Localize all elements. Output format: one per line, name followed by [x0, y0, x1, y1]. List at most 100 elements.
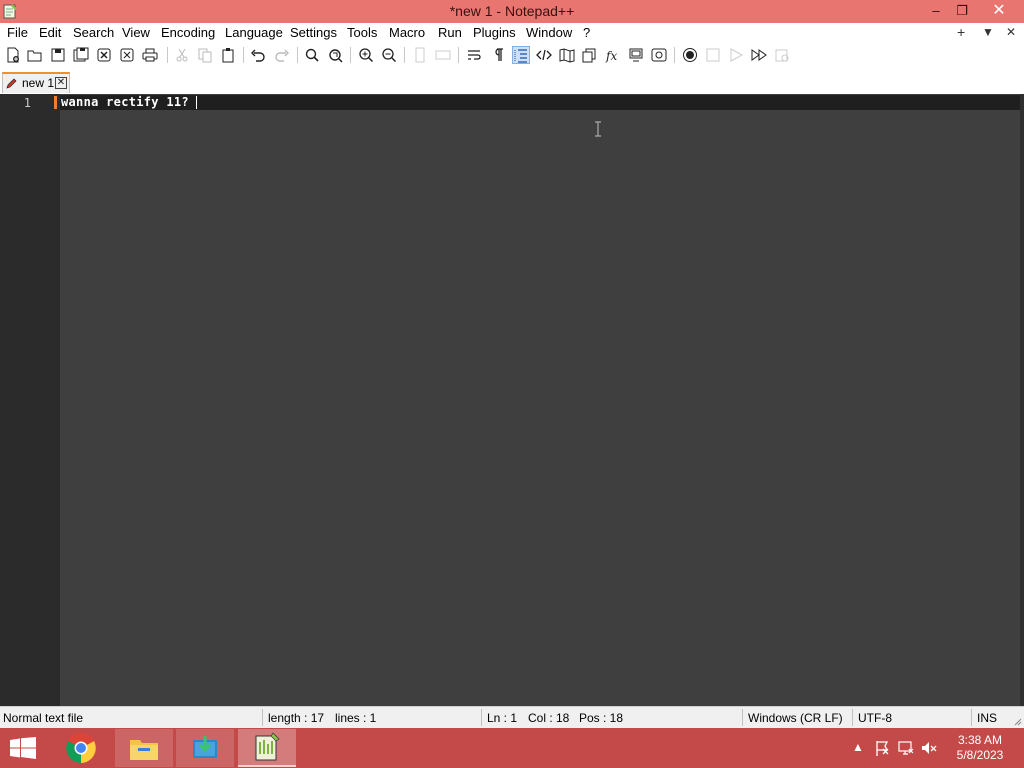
toolbar-separator: [674, 47, 675, 63]
save-macro-icon[interactable]: [773, 46, 791, 64]
close-window-button[interactable]: ✕: [984, 0, 1014, 23]
volume-muted-icon[interactable]: [921, 740, 937, 756]
status-separator: [262, 709, 263, 726]
notepad-plus-plus-icon: [255, 732, 280, 761]
tab-close-icon[interactable]: ✕: [55, 77, 67, 89]
current-line-highlight: [60, 95, 1020, 110]
windows-start-icon[interactable]: [10, 737, 36, 759]
monitoring-icon[interactable]: [627, 46, 645, 64]
resize-grip-icon[interactable]: [1012, 716, 1022, 726]
menu-run[interactable]: Run: [438, 25, 462, 40]
line-number-gutter: 1: [0, 94, 60, 706]
menu-encoding[interactable]: Encoding: [161, 25, 215, 40]
tab-bar: new 1 ✕: [0, 67, 1024, 94]
editor-right-edge: [1020, 94, 1024, 706]
sync-horizontal-icon[interactable]: [434, 46, 452, 64]
folder-as-workspace-icon[interactable]: [650, 46, 668, 64]
save-icon[interactable]: [49, 46, 67, 64]
zoom-out-icon[interactable]: [380, 46, 398, 64]
indent-guide-icon[interactable]: [512, 46, 530, 64]
status-eol-format[interactable]: Windows (CR LF): [748, 711, 843, 725]
title-bar: *new 1 - Notepad++ – ❐ ✕: [0, 0, 1024, 23]
status-file-type: Normal text file: [3, 711, 84, 725]
menu-help[interactable]: ?: [583, 25, 590, 40]
taskbar-app-installer[interactable]: [176, 729, 234, 767]
close-icon[interactable]: [95, 46, 113, 64]
word-wrap-icon[interactable]: [465, 46, 483, 64]
taskbar-file-explorer[interactable]: [115, 729, 173, 767]
toolbar-separator: [167, 47, 168, 63]
stop-recording-icon[interactable]: [704, 46, 722, 64]
status-encoding[interactable]: UTF-8: [858, 711, 892, 725]
svg-text:fx: fx: [605, 49, 617, 63]
toolbar-separator: [243, 47, 244, 63]
document-map-icon[interactable]: [558, 46, 576, 64]
menu-window[interactable]: Window: [526, 25, 572, 40]
status-separator: [971, 709, 972, 726]
menu-language[interactable]: Language: [225, 25, 283, 40]
status-insert-mode[interactable]: INS: [977, 711, 997, 725]
action-center-flag-icon[interactable]: [874, 740, 890, 756]
clock-time: 3:38 AM: [957, 733, 1003, 747]
editor-area[interactable]: 1 wanna rectify 11?: [0, 94, 1024, 706]
menu-tools[interactable]: Tools: [347, 25, 377, 40]
show-all-characters-icon[interactable]: [489, 46, 507, 64]
show-hidden-icons-arrow[interactable]: ▲: [850, 740, 866, 756]
menu-view[interactable]: View: [122, 25, 150, 40]
play-macro-icon[interactable]: [727, 46, 745, 64]
menu-settings[interactable]: Settings: [290, 25, 337, 40]
toolbar-separator: [458, 47, 459, 63]
app-installer-icon: [193, 736, 217, 758]
menu-macro[interactable]: Macro: [389, 25, 425, 40]
close-document-button[interactable]: ✕: [1006, 25, 1016, 39]
undo-icon[interactable]: [249, 46, 267, 64]
text-caret: [196, 96, 197, 109]
zoom-in-icon[interactable]: [357, 46, 375, 64]
status-line-number: Ln : 1: [487, 711, 518, 725]
toolbar-separator: [350, 47, 351, 63]
taskbar-notepad-plus-plus[interactable]: [238, 729, 296, 767]
redo-icon[interactable]: [273, 46, 291, 64]
find-icon[interactable]: [303, 46, 321, 64]
tab-new-1[interactable]: new 1 ✕: [2, 72, 70, 93]
save-all-icon[interactable]: [72, 46, 90, 64]
function-list-icon[interactable]: fx: [604, 46, 622, 64]
system-clock[interactable]: 3:38 AM 5/8/2023: [950, 733, 1010, 763]
status-separator: [852, 709, 853, 726]
cut-icon[interactable]: [173, 46, 191, 64]
tab-list-dropdown-button[interactable]: ▼: [982, 25, 994, 39]
editor-text-line[interactable]: wanna rectify 11?: [61, 95, 189, 109]
tab-label: new 1: [22, 76, 55, 90]
taskbar-chrome[interactable]: [52, 729, 110, 767]
new-tab-plus-button[interactable]: +: [957, 24, 965, 40]
copy-icon[interactable]: [196, 46, 214, 64]
minimize-button[interactable]: –: [922, 0, 950, 23]
close-all-icon[interactable]: [118, 46, 136, 64]
menu-file[interactable]: File: [7, 25, 28, 40]
clock-date: 5/8/2023: [956, 748, 1004, 762]
chrome-icon: [66, 733, 96, 763]
toolbar-separator: [297, 47, 298, 63]
xml-tag-icon[interactable]: [535, 46, 553, 64]
status-length: length : 17: [268, 711, 325, 725]
paste-icon[interactable]: [219, 46, 237, 64]
status-bar: Normal text file length : 17 lines : 1 L…: [0, 706, 1024, 728]
taskbar: ▲ 3:38 AM 5/8/2023: [0, 728, 1024, 768]
status-separator: [742, 709, 743, 726]
sync-vertical-icon[interactable]: [411, 46, 429, 64]
network-icon[interactable]: [898, 740, 914, 756]
new-file-icon[interactable]: [4, 46, 22, 64]
line-number: 1: [23, 96, 31, 110]
run-macro-multiple-icon[interactable]: [750, 46, 768, 64]
menu-bar: File Edit Search View Encoding Language …: [0, 23, 1024, 43]
menu-search[interactable]: Search: [73, 25, 114, 40]
restore-button[interactable]: ❐: [948, 0, 976, 23]
toolbar-separator: [404, 47, 405, 63]
print-icon[interactable]: [141, 46, 159, 64]
record-macro-icon[interactable]: [681, 46, 699, 64]
replace-icon[interactable]: [326, 46, 344, 64]
open-file-icon[interactable]: [26, 46, 44, 64]
menu-edit[interactable]: Edit: [39, 25, 61, 40]
menu-plugins[interactable]: Plugins: [473, 25, 516, 40]
clone-icon[interactable]: [580, 46, 598, 64]
